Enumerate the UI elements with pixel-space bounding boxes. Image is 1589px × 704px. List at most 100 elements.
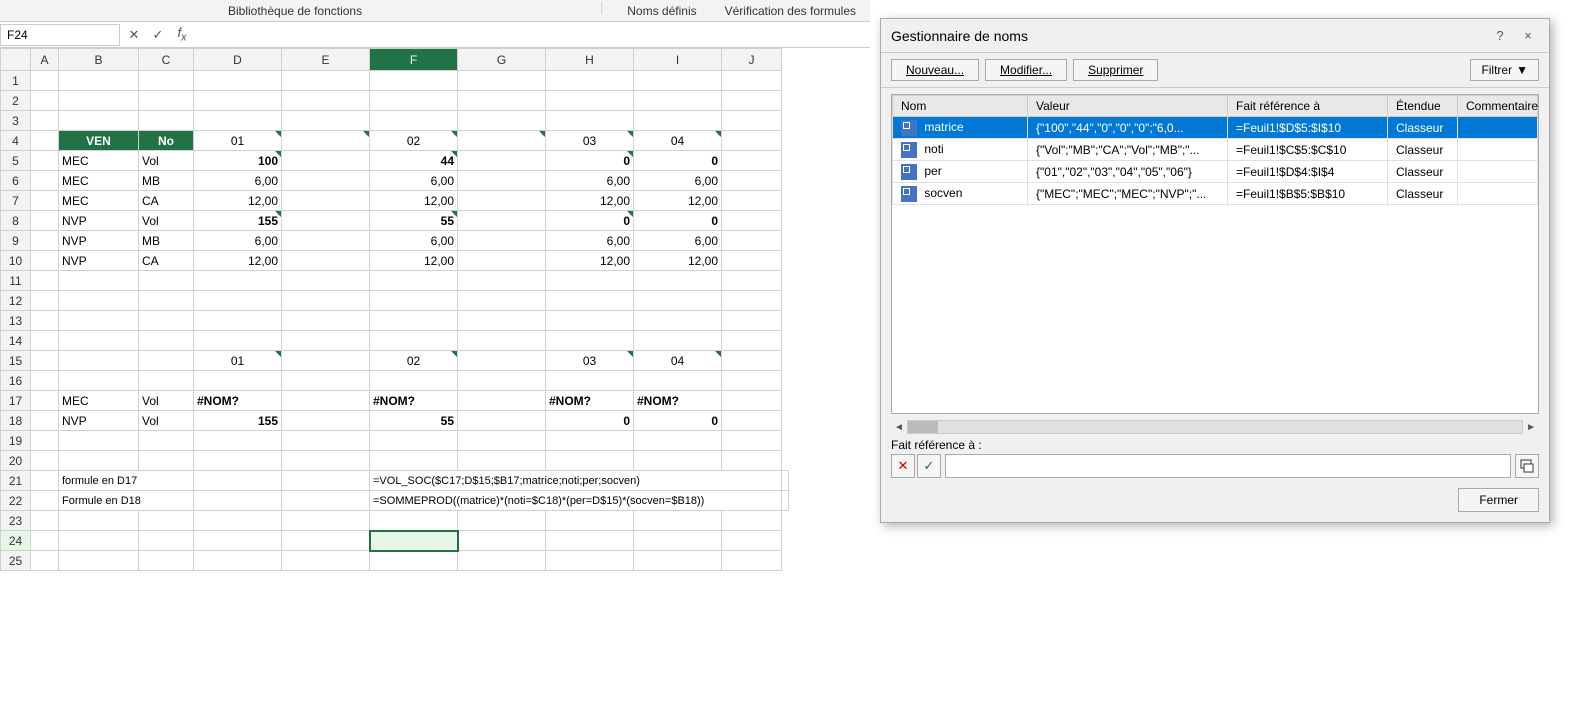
col-header-a[interactable]: A <box>31 49 59 71</box>
name-cell: matrice <box>893 117 1028 139</box>
row-num: 25 <box>1 551 31 571</box>
name-cell: noti <box>893 139 1028 161</box>
confirm-formula-icon[interactable]: ✓ <box>148 27 168 43</box>
list-item[interactable]: matrice {"100","44","0","0","0";"6,0... … <box>893 117 1538 139</box>
table-row: 17 MEC Vol #NOM? #NOM? #NOM? #NOM? <box>1 391 789 411</box>
col-header-i[interactable]: I <box>634 49 722 71</box>
array-icon <box>901 186 917 202</box>
array-icon <box>901 120 917 136</box>
value-cell: {"01","02","03","04","05","06"} <box>1028 161 1228 183</box>
dialog-title: Gestionnaire de noms <box>891 28 1028 44</box>
table-row: 12 <box>1 291 789 311</box>
table-row: 15 01 02 03 04 <box>1 351 789 371</box>
list-item[interactable]: noti {"Vol";"MB";"CA";"Vol";"MB";"... =F… <box>893 139 1538 161</box>
row-num: 12 <box>1 291 31 311</box>
formula-icons: ✕ ✓ fx <box>120 25 196 44</box>
row-num: 21 <box>1 471 31 491</box>
names-table-container[interactable]: Nom Valeur Fait référence à Étendue Comm… <box>891 94 1539 414</box>
reference-input[interactable] <box>945 454 1511 478</box>
comment-cell <box>1458 139 1538 161</box>
delete-button[interactable]: Supprimer <box>1073 59 1158 81</box>
toolbar-left: Nouveau... Modifier... Supprimer <box>891 59 1158 81</box>
col-header-b[interactable]: B <box>59 49 139 71</box>
ribbon-tab-verification[interactable]: Vérification des formules <box>721 0 860 21</box>
spreadsheet-container: Bibliothèque de fonctions | Noms définis… <box>0 0 870 704</box>
col-header-j[interactable]: J <box>722 49 782 71</box>
table-row: 25 <box>1 551 789 571</box>
table-row: 14 <box>1 331 789 351</box>
ref-cell: =Feuil1!$C$5:$C$10 <box>1228 139 1388 161</box>
table-header-row: Nom Valeur Fait référence à Étendue Comm… <box>893 96 1538 117</box>
table-row: 23 <box>1 511 789 531</box>
scroll-track[interactable] <box>907 420 1523 434</box>
scroll-thumb[interactable] <box>908 421 938 433</box>
col-header-g[interactable]: G <box>458 49 546 71</box>
table-row: 24 <box>1 531 789 551</box>
row-num: 6 <box>1 171 31 191</box>
row-num: 15 <box>1 351 31 371</box>
col-header-e[interactable]: E <box>282 49 370 71</box>
ribbon-tab-bibliotheque[interactable]: Bibliothèque de fonctions <box>10 0 580 21</box>
cancel-formula-icon[interactable]: ✕ <box>124 27 144 43</box>
name-manager-dialog: Gestionnaire de noms ? × Nouveau... Modi… <box>880 18 1550 523</box>
reference-section: Fait référence à : ✕ ✓ <box>891 438 1539 478</box>
expand-ref-button[interactable] <box>1515 454 1539 478</box>
scroll-right-arrow[interactable]: ► <box>1523 422 1539 433</box>
scope-cell: Classeur <box>1388 117 1458 139</box>
edit-button[interactable]: Modifier... <box>985 59 1067 81</box>
row-num: 2 <box>1 91 31 111</box>
formula-bar: F24 ✕ ✓ fx <box>0 22 870 48</box>
col-header-h[interactable]: H <box>546 49 634 71</box>
table-row: 4 VEN No 01 02 03 04 <box>1 131 789 151</box>
help-button[interactable]: ? <box>1489 25 1511 47</box>
table-row: 21 formule en D17 =VOL_SOC($C17;D$15;$B1… <box>1 471 789 491</box>
col-header-comment: Commentaire <box>1458 96 1538 117</box>
corner-header <box>1 49 31 71</box>
filter-dropdown-icon: ▼ <box>1516 63 1528 77</box>
insert-function-icon[interactable]: fx <box>172 25 192 44</box>
table-row: 13 <box>1 311 789 331</box>
table-row: 6 MEC MB 6,00 6,00 6,00 6,00 <box>1 171 789 191</box>
col-header-c[interactable]: C <box>139 49 194 71</box>
row-num: 16 <box>1 371 31 391</box>
name-box[interactable]: F24 <box>0 24 120 46</box>
row-num: 8 <box>1 211 31 231</box>
table-row: 20 <box>1 451 789 471</box>
list-item[interactable]: per {"01","02","03","04","05","06"} =Feu… <box>893 161 1538 183</box>
row-num: 5 <box>1 151 31 171</box>
dialog-toolbar: Nouveau... Modifier... Supprimer Filtrer… <box>881 53 1549 88</box>
table-row: 19 <box>1 431 789 451</box>
col-header-scope: Étendue <box>1388 96 1458 117</box>
comment-cell <box>1458 117 1538 139</box>
value-cell: {"Vol";"MB";"CA";"Vol";"MB";"... <box>1028 139 1228 161</box>
dialog-overlay: Gestionnaire de noms ? × Nouveau... Modi… <box>870 0 1589 704</box>
scope-cell: Classeur <box>1388 183 1458 205</box>
array-icon <box>901 142 917 158</box>
row-num: 18 <box>1 411 31 431</box>
ribbon-tab-noms[interactable]: Noms définis <box>623 0 700 21</box>
close-dialog-button[interactable]: × <box>1517 25 1539 47</box>
cancel-ref-button[interactable]: ✕ <box>891 454 915 478</box>
horizontal-scrollbar[interactable]: ◄ ► <box>891 420 1539 434</box>
col-header-d[interactable]: D <box>194 49 282 71</box>
row-num: 20 <box>1 451 31 471</box>
filter-button[interactable]: Filtrer ▼ <box>1470 59 1539 81</box>
dialog-controls: ? × <box>1489 25 1539 47</box>
scope-cell: Classeur <box>1388 161 1458 183</box>
table-row: 1 <box>1 71 789 91</box>
row-num: 14 <box>1 331 31 351</box>
row-num: 19 <box>1 431 31 451</box>
scroll-left-arrow[interactable]: ◄ <box>891 422 907 433</box>
fermer-button[interactable]: Fermer <box>1458 488 1539 512</box>
row-num: 24 <box>1 531 31 551</box>
list-item[interactable]: socven {"MEC";"MEC";"MEC";"NVP";"... =Fe… <box>893 183 1538 205</box>
new-button[interactable]: Nouveau... <box>891 59 979 81</box>
row-num: 3 <box>1 111 31 131</box>
formula-input[interactable] <box>196 28 870 42</box>
confirm-ref-button[interactable]: ✓ <box>917 454 941 478</box>
col-header-f[interactable]: F <box>370 49 458 71</box>
col-header-name: Nom <box>893 96 1028 117</box>
dialog-footer: Fermer <box>881 482 1549 522</box>
row-num: 1 <box>1 71 31 91</box>
ref-action-btns: ✕ ✓ <box>891 454 941 478</box>
